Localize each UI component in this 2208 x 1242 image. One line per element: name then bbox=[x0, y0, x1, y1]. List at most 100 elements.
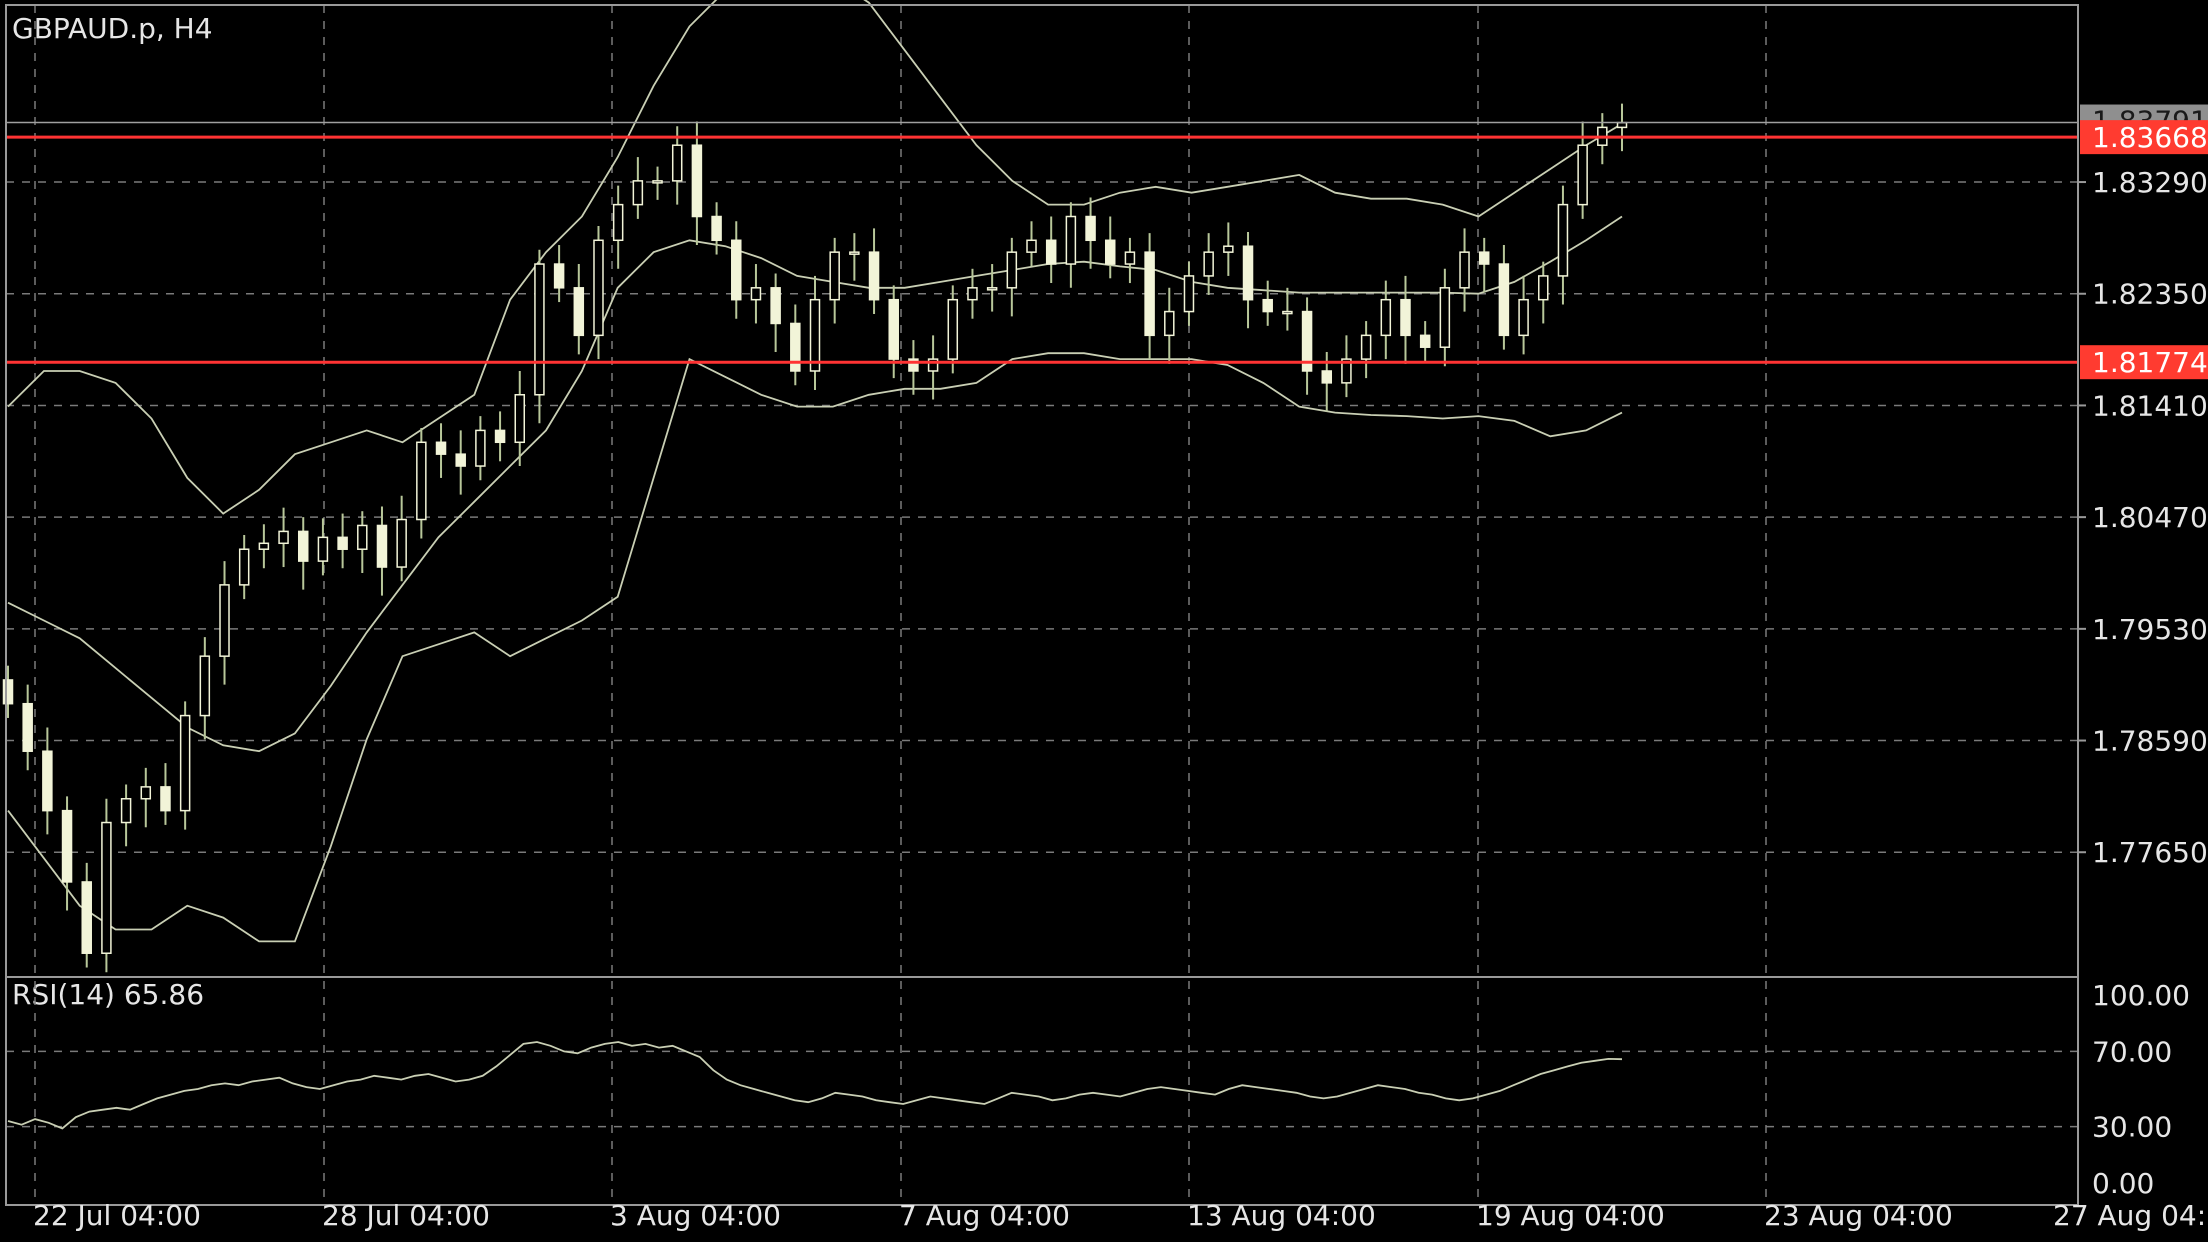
candle-body bbox=[179, 714, 191, 812]
x-tick-label: 22 Jul 04:00 bbox=[33, 1199, 201, 1232]
candle-body bbox=[514, 394, 526, 444]
candle-body bbox=[1557, 203, 1569, 277]
candle-body bbox=[1026, 239, 1037, 253]
candle-body bbox=[1282, 310, 1293, 315]
candle-body bbox=[573, 287, 585, 337]
candle-body bbox=[120, 798, 132, 824]
candle-body bbox=[1164, 310, 1175, 337]
candle-body bbox=[534, 263, 545, 396]
candle-body bbox=[829, 251, 840, 301]
candle-body bbox=[888, 298, 899, 360]
candle-body bbox=[160, 786, 171, 812]
bollinger-lower-line bbox=[7, 352, 1623, 943]
candle-body bbox=[1242, 245, 1254, 301]
candle-body bbox=[671, 144, 683, 182]
y-tick-label: 1.79530 bbox=[2092, 613, 2208, 646]
candle-body bbox=[868, 251, 880, 301]
candle-body bbox=[1518, 298, 1529, 337]
candle-body bbox=[140, 786, 152, 800]
plot-frame bbox=[5, 4, 2079, 1206]
y-tick-label: 1.83290 bbox=[2092, 166, 2208, 199]
x-tick-label: 19 Aug 04:00 bbox=[1476, 1199, 1665, 1232]
x-tick-label: 7 Aug 04:00 bbox=[899, 1199, 1070, 1232]
candle-body bbox=[1065, 215, 1077, 265]
candle-body bbox=[632, 180, 644, 206]
candle-body bbox=[81, 881, 92, 954]
candle-body bbox=[2, 679, 14, 705]
candle-body bbox=[22, 702, 33, 752]
candle-body bbox=[1577, 144, 1588, 206]
rsi-tick-label: 30.00 bbox=[2092, 1111, 2172, 1144]
bollinger-upper-line bbox=[7, 0, 1623, 515]
candle-body bbox=[593, 239, 604, 337]
candle-body bbox=[1223, 245, 1234, 253]
candle-body bbox=[238, 548, 250, 586]
level-price-label: 1.81774 bbox=[2092, 346, 2208, 379]
x-tick-label: 13 Aug 04:00 bbox=[1187, 1199, 1376, 1232]
candle-body bbox=[475, 429, 486, 467]
candle-body bbox=[42, 750, 53, 812]
y-tick-label: 1.82350 bbox=[2092, 278, 2208, 311]
candle-body bbox=[731, 239, 742, 301]
rsi-indicator bbox=[7, 1041, 1623, 1130]
candle-body bbox=[61, 809, 73, 883]
candle-body bbox=[199, 655, 211, 717]
x-tick-label: 3 Aug 04:00 bbox=[610, 1199, 781, 1232]
x-tick-label: 27 Aug 04: bbox=[2053, 1199, 2206, 1232]
candle-body bbox=[1045, 239, 1057, 265]
y-tick-label: 1.81410 bbox=[2092, 389, 2208, 422]
rsi-tick-label: 100.00 bbox=[2092, 979, 2190, 1012]
level-price-label: 1.83668 bbox=[2092, 121, 2208, 154]
candle-body bbox=[1183, 275, 1195, 313]
candle-body bbox=[1380, 298, 1392, 337]
candle-body bbox=[1144, 251, 1155, 337]
candle-body bbox=[986, 287, 998, 291]
candle-body bbox=[1104, 239, 1116, 265]
candle-body bbox=[376, 524, 388, 568]
candle-body bbox=[297, 530, 309, 562]
candle-body bbox=[258, 542, 270, 550]
candle-body bbox=[790, 322, 801, 372]
candle-body bbox=[947, 298, 959, 360]
candle-body bbox=[1400, 298, 1411, 337]
candle-body bbox=[1459, 251, 1470, 289]
candle-body bbox=[1006, 251, 1018, 289]
chart-canvas[interactable]: 1.837911.836681.81774 22 Jul 04:0028 Jul… bbox=[0, 0, 2208, 1242]
candle-body bbox=[809, 298, 821, 372]
candle-body bbox=[416, 441, 427, 521]
candle-body bbox=[1616, 121, 1628, 129]
grid bbox=[6, 5, 2078, 1205]
candle-body bbox=[1085, 215, 1096, 242]
candle-body bbox=[750, 287, 762, 301]
candle-body bbox=[1262, 298, 1273, 313]
candle-body bbox=[612, 203, 624, 242]
rsi-tick-label: 0.00 bbox=[2092, 1167, 2154, 1200]
candle-body bbox=[101, 821, 112, 954]
rsi-tick-label: 70.00 bbox=[2092, 1035, 2172, 1068]
x-tick-label: 28 Jul 04:00 bbox=[322, 1199, 490, 1232]
candle-body bbox=[652, 180, 663, 184]
candle-body bbox=[494, 429, 506, 444]
candle-body bbox=[219, 584, 230, 657]
candle-body bbox=[691, 144, 703, 218]
candles bbox=[2, 103, 1628, 973]
y-tick-label: 1.80470 bbox=[2092, 501, 2208, 534]
candle-body bbox=[1439, 287, 1451, 348]
candle-body bbox=[553, 263, 565, 289]
candle-body bbox=[337, 536, 348, 550]
candle-body bbox=[1321, 370, 1333, 384]
candle-body bbox=[1478, 251, 1490, 265]
candle-body bbox=[770, 287, 781, 325]
candle-body bbox=[967, 287, 978, 301]
candle-body bbox=[1360, 334, 1372, 360]
x-tick-label: 23 Aug 04:00 bbox=[1764, 1199, 1953, 1232]
candle-body bbox=[357, 524, 368, 550]
bollinger-bands bbox=[7, 0, 1623, 943]
candle-body bbox=[1124, 251, 1136, 265]
candle-body bbox=[317, 536, 329, 562]
candle-body bbox=[1203, 251, 1214, 277]
candle-body bbox=[1498, 263, 1510, 337]
candle-body bbox=[396, 518, 407, 568]
candle-body bbox=[849, 251, 860, 255]
rsi-line bbox=[7, 1041, 1623, 1130]
